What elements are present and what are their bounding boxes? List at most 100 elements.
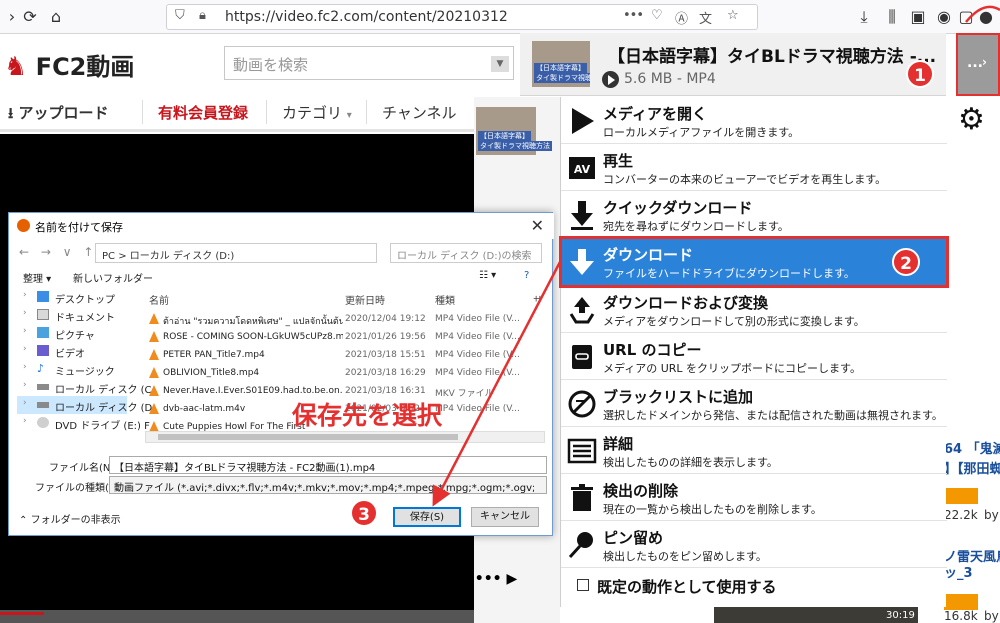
nav-channel[interactable]: チャンネル [382,102,457,123]
settings-button[interactable]: ⚙ [946,96,1000,144]
tree-item-desktop[interactable]: › デスクトップ [17,288,127,306]
chevron-right-icon: › [23,362,27,372]
music-icon: ♪ [37,362,45,375]
home-icon[interactable]: ⌂ [44,5,68,29]
view-options-icon[interactable]: ☷ ▾ [479,270,496,281]
file-list-scrollbar[interactable] [145,431,545,443]
menu-play[interactable]: AV 再生 コンバーターの本来のビューアーでビデオを再生します。 [561,144,947,191]
search-dropdown-icon[interactable]: ▼ [491,56,509,72]
tree-item-disk-d[interactable]: › ローカル ディスク (D [17,396,152,414]
dialog-nav-arrows[interactable]: ← → ∨ ↑ [19,245,97,259]
downloads-icon[interactable]: ⤓ [852,5,876,29]
tree-item-music[interactable]: › ♪ ミュージック [17,360,127,378]
tracking-shield-icon[interactable]: ⛉ [175,8,185,23]
dialog-address-bar[interactable]: PC > ローカル ディスク (D:) [95,243,377,263]
document-icon [37,309,49,320]
vlc-file-icon [149,349,159,360]
pocket-icon[interactable]: ♡ [651,8,663,23]
tree-item-label: ドキュメント [55,313,115,324]
site-logo-text: FC2動画 [35,53,135,81]
tree-item-pictures[interactable]: › ピクチャ [17,324,127,342]
nav-category[interactable]: カテゴリ ▾ [282,102,352,123]
nav-upload[interactable]: ⭳ アップロード [8,102,109,128]
menu-download-convert[interactable]: ダウンロードおよび変換 メディアをダウンロードして別の形式に変換します。 [561,286,947,333]
desktop-icon [37,291,49,302]
video-search-input[interactable]: 動画を検索 ▼ [224,46,514,80]
sidebar-icon[interactable]: ▣ [906,5,930,29]
browser-toolbar: › ⟳ ⌂ ⛉ 🔒︎ https://video.fc2.com/content… [0,0,1000,34]
details-icon [567,438,597,464]
addon-a-icon[interactable]: Ⓐ [675,8,688,27]
file-row[interactable]: ROSÉ - COMING SOON-LGkUW5cUPz8.m... 2021… [145,328,545,346]
tree-item-disk-c[interactable]: › ローカル ディスク (C [17,378,152,396]
tree-item-dvd[interactable]: › DVD ドライブ (E:) F [17,414,150,432]
menu-item-desc: メディアをダウンロードして別の形式に変換します。 [603,315,865,328]
more-actions-button[interactable]: ... › [956,33,1000,96]
menu-open-media[interactable]: メディアを開く ローカルメディアファイルを開きます。 [561,97,947,144]
help-icon[interactable]: ? [524,270,529,281]
lock-icon[interactable]: 🔒︎ [199,8,206,23]
menu-pin[interactable]: ピン留め 検出したものをピン留めします。 [561,521,947,568]
video-downloader-extension-icon[interactable]: ● [974,5,998,29]
scroll-thumb[interactable] [158,434,458,440]
menu-item-desc: ローカルメディアファイルを開きます。 [603,126,800,139]
close-icon[interactable]: ✕ [531,216,544,235]
default-action-checkbox[interactable]: 既定の動作として使用する [561,569,947,603]
menu-item-title: ブラックリストに追加 [603,388,754,406]
column-size[interactable]: サ [533,292,543,307]
cancel-button[interactable]: キャンセル [471,507,539,527]
site-logo[interactable]: ♞ FC2動画 [4,47,134,82]
hide-folders-toggle[interactable]: ⌃ フォルダーの非表示 [19,511,121,526]
related-by-2: by [984,609,999,623]
account-icon[interactable]: ◉ [932,5,956,29]
translate-icon[interactable]: 文 [699,8,712,27]
checkbox-icon[interactable] [577,579,589,591]
file-row[interactable]: OBLIVION_Title8.mp4 2021/03/18 16:29 MP4… [145,364,545,382]
tree-item-documents[interactable]: › ドキュメント [17,306,127,324]
menu-copy-url[interactable]: URL のコピー メディアの URL をクリップボードにコピーします。 [561,333,947,380]
detected-media-card[interactable]: 【日本語字幕】 タイ製ドラマ視聴方法 【日本語字幕】タイBLドラマ視聴方法 -.… [520,33,946,96]
video-progress-fill [0,612,44,615]
page-actions-icon[interactable]: ••• [623,8,644,23]
file-row[interactable]: PETER PAN_Title7.mp4 2021/03/18 15:51 MP… [145,346,545,364]
menu-details[interactable]: 詳細 検出したものの詳細を表示します。 [561,427,947,474]
file-row[interactable]: ต้าอ่าน "รวมความโดดหพิเศษ" _ แปลจักนั้นต… [145,310,545,328]
bookmark-star-icon[interactable]: ☆ [727,8,739,23]
url-text[interactable]: https://video.fc2.com/content/20210312 [225,9,508,25]
related-title-1b[interactable]: 】【那田蜘 [944,458,1000,477]
reload-icon[interactable]: ⟳ [18,5,42,29]
column-name[interactable]: 名前 [149,292,169,307]
tree-item-videos[interactable]: › ビデオ [17,342,127,360]
save-button[interactable]: 保存(S) [393,507,461,527]
nav-premium[interactable]: 有料会員登録 [158,102,248,123]
tree-item-label: ローカル ディスク (D [55,403,153,414]
related-title-2b[interactable]: ッ_3 [944,562,973,581]
file-name: ต้าอ่าน "รวมความโดดหพิเศษ" _ แปลจักนั้นต… [163,317,343,327]
organize-button[interactable]: 整理 ▾ [23,270,51,285]
column-type[interactable]: 種類 [435,292,455,307]
tree-item-label: ビデオ [55,349,85,360]
related-duration: 30:19 [886,610,915,621]
play-icon[interactable] [602,71,619,88]
menu-quick-download[interactable]: クイックダウンロード 宛先を尋ねずにダウンロードします。 [561,191,947,238]
more-actions-button-2[interactable]: ••• ▶ [474,557,518,601]
menu-item-title: 再生 [603,152,634,170]
chevron-down-icon: ▾ [346,110,352,121]
menu-remove-detection[interactable]: 検出の削除 現在の一覧から検出したものを削除します。 [561,474,947,521]
filetype-value: 動画ファイル (*.avi;*.divx;*.flv;*.m4v;*.mkv;*… [114,483,534,494]
menu-item-title: ピン留め [603,529,664,547]
highlight-download-outline [559,236,949,288]
detected-media-thumbnail-2[interactable]: 【日本語字幕】 タイ製ドラマ視聴方法 [476,107,552,155]
address-bar[interactable]: ⛉ 🔒︎ https://video.fc2.com/content/20210… [166,4,758,30]
nav-divider [266,100,267,124]
dialog-search-input[interactable]: ローカル ディスク (D:)の検索 [390,243,542,263]
new-folder-button[interactable]: 新しいフォルダー [73,270,153,285]
library-icon[interactable]: ⫼ [880,5,904,29]
column-date[interactable]: 更新日時 [345,292,385,307]
related-title-1a[interactable]: 64 「鬼滅 [944,438,1000,457]
thumb-caption: タイ製ドラマ視聴方法 [534,73,590,83]
menu-add-blacklist[interactable]: ブラックリストに追加 選択したドメインから発信、または配信された動画は無視されま… [561,380,947,427]
filename-input[interactable]: 【日本語字幕】タイBLドラマ視聴方法 - FC2動画(1).mp4 [109,456,547,474]
file-name: PETER PAN_Title7.mp4 [163,350,265,360]
filetype-select[interactable]: 動画ファイル (*.avi;*.divx;*.flv;*.m4v;*.mkv;*… [109,476,547,494]
